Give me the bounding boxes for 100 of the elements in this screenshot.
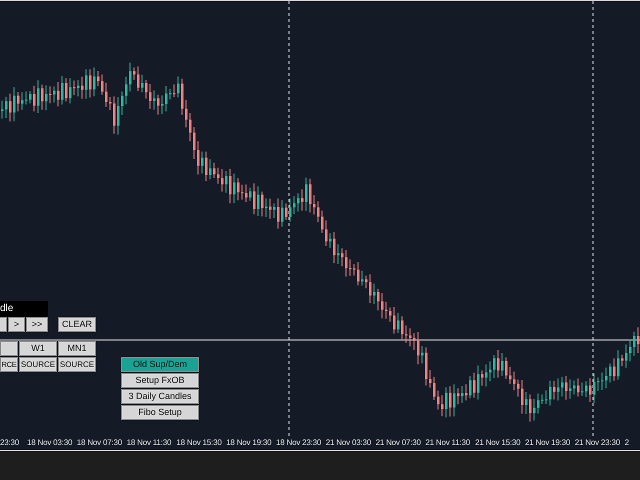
- candle: [553, 380, 556, 400]
- candle: [137, 66, 140, 92]
- timeframe-button[interactable]: W1: [19, 341, 57, 356]
- candle: [581, 382, 584, 397]
- source-button[interactable]: SOURCE: [19, 357, 57, 372]
- candle: [73, 80, 76, 96]
- candle: [393, 306, 396, 334]
- candle: [185, 99, 188, 128]
- time-label: 18 Nov 15:30: [176, 437, 223, 449]
- candle: [349, 258, 352, 276]
- candle: [221, 168, 224, 192]
- candle: [193, 126, 196, 160]
- candle: [545, 390, 548, 404]
- candle: [589, 378, 592, 402]
- menu-button[interactable]: 3 Daily Candles: [121, 389, 199, 404]
- candle: [509, 366, 512, 384]
- candle: [289, 198, 292, 222]
- candle: [145, 80, 148, 100]
- candle: [29, 90, 32, 104]
- candle: [293, 196, 296, 215]
- candle: [357, 262, 360, 286]
- candle: [313, 194, 316, 215]
- time-label: 18 Nov 03:30: [27, 437, 74, 449]
- time-label: 21 Nov 15:30: [475, 437, 522, 449]
- candle: [413, 332, 416, 350]
- candle: [481, 370, 484, 386]
- candle: [189, 112, 192, 142]
- candle: [333, 232, 336, 264]
- candle: [269, 198, 272, 220]
- candle: [105, 82, 108, 108]
- time-label: 21 Nov 11:30: [425, 437, 471, 449]
- time-label: 21 Nov 07:30: [376, 437, 422, 449]
- time-label: 21 Nov 19:30: [524, 437, 572, 449]
- candle: [13, 86, 16, 122]
- candle: [233, 173, 236, 204]
- candle: [565, 375, 568, 400]
- candle: [265, 198, 268, 218]
- candle: [557, 378, 560, 401]
- candle: [241, 184, 244, 200]
- candle: [297, 192, 300, 212]
- candle: [373, 283, 376, 305]
- candle: [541, 394, 544, 404]
- candle: [165, 85, 168, 112]
- candle: [409, 328, 412, 347]
- candle: [329, 232, 332, 248]
- candle: [93, 67, 96, 97]
- candle: [537, 392, 540, 414]
- candle: [385, 301, 388, 320]
- candle: [325, 220, 328, 246]
- candle: [149, 83, 152, 110]
- timeframe-button[interactable]: [0, 341, 18, 356]
- candle: [321, 210, 324, 234]
- candle: [249, 187, 252, 202]
- candle: [81, 76, 84, 100]
- nav-button[interactable]: >: [8, 317, 25, 332]
- source-button[interactable]: SOURCE: [58, 357, 96, 372]
- candle: [277, 198, 280, 230]
- candle: [521, 379, 524, 414]
- candle: [133, 67, 136, 80]
- candle: [365, 275, 368, 289]
- candle: [377, 288, 380, 311]
- time-label: 18 Nov 11:30: [126, 437, 172, 449]
- candle: [41, 84, 44, 110]
- nav-button[interactable]: >>: [26, 317, 48, 332]
- time-label: 18 Nov 07:30: [76, 437, 123, 449]
- candle: [257, 186, 260, 216]
- candle: [253, 182, 256, 215]
- candle: [401, 316, 404, 340]
- candle: [457, 388, 460, 405]
- time-label: 2: [624, 437, 630, 449]
- candle: [9, 93, 12, 122]
- candle: [489, 360, 492, 382]
- candle: [561, 376, 564, 397]
- candle: [397, 312, 400, 334]
- candle: [33, 85, 36, 112]
- candle: [157, 94, 160, 116]
- panel-title: dle: [0, 301, 48, 317]
- menu-button[interactable]: Old Sup/Dem: [121, 357, 199, 372]
- candle: [17, 92, 20, 112]
- timeframe-button[interactable]: MN1: [58, 341, 96, 356]
- candle: [53, 86, 56, 103]
- menu-button[interactable]: Setup FxOB: [121, 373, 199, 388]
- candle: [425, 346, 428, 386]
- clear-button[interactable]: CLEAR: [58, 317, 96, 332]
- candle: [125, 76, 128, 105]
- time-label: 21 Nov 23:30: [574, 437, 621, 449]
- candle: [217, 167, 220, 184]
- candle: [445, 386, 448, 418]
- candle: [69, 78, 72, 104]
- candle: [117, 96, 120, 136]
- candle: [141, 74, 144, 93]
- candle: [213, 162, 216, 179]
- candle: [569, 378, 572, 400]
- candle: [353, 264, 356, 276]
- candle: [209, 158, 212, 180]
- candle: [285, 202, 288, 220]
- menu-button[interactable]: Fibo Setup: [121, 405, 199, 420]
- candle: [601, 372, 604, 390]
- candle: [245, 184, 248, 203]
- candle: [97, 70, 100, 87]
